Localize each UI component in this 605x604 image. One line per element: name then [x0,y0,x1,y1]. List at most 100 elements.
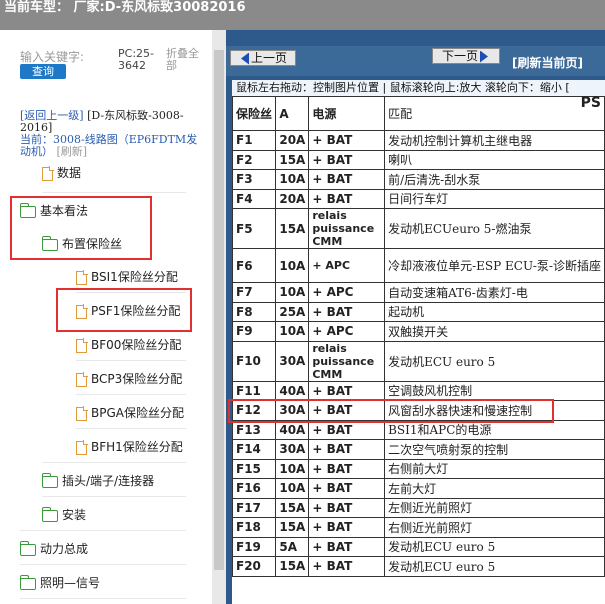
fuse-id-cell: F1 [232,130,277,151]
header-source: 电源 [308,96,386,131]
match-cell: 发动机ECU euro 5 [384,556,605,577]
table-row: F4 20A + BAT 日间行车灯 [232,188,605,209]
source-cell: + BAT [308,149,386,170]
divider [76,360,186,361]
folder-icon [41,472,58,488]
match-cell: 喇叭 [384,149,605,170]
fuse-id-cell: F15 [232,458,277,479]
tree-item-bfh1[interactable]: BFH1保险丝分配 [76,436,183,458]
match-cell: 起动机 [384,301,605,322]
divider [20,530,186,531]
source-cell: + BAT [308,169,386,190]
highlight-box-tree [10,196,152,260]
match-cell: 冷却液液位单元-ESP ECU-泵-诊断插座 [384,248,605,283]
search-area: 输入关键字: 查询 PC:25-3642 折叠全部 [20,48,210,88]
amp-cell: 30A [275,340,310,382]
source-cell: + BAT [308,130,386,151]
header-fuse: 保险丝 [232,96,277,131]
table-row: F14 30A + BAT 二次空气喷射泵的控制 [232,439,605,460]
fuse-id-cell: F20 [232,556,277,577]
source-cell: + BAT [308,517,386,538]
match-cell: 二次空气喷射泵的控制 [384,439,605,460]
tree-item-label: 数据 [57,166,82,180]
header-match: 匹配 [384,96,605,131]
divider [20,564,186,565]
fuse-id-cell: F5 [232,208,277,249]
tree-item-bsi1[interactable]: BSI1保险丝分配 [76,266,178,288]
fuse-id-cell: F4 [232,188,277,209]
table-row: F10 30A relais puissance CMM 发动机ECU euro 5 [232,340,605,382]
page-code: PS [580,96,601,111]
fuse-id-cell: F7 [232,282,277,303]
table-row: F6 10A + APC 冷却液液位单元-ESP ECU-泵-诊断插座 [232,248,605,283]
source-cell: + BAT [308,478,386,499]
amp-cell: 15A [275,497,310,518]
tree-item-bpga[interactable]: BPGA保险丝分配 [76,402,184,424]
table-row: F17 15A + BAT 左侧近光前照灯 [232,497,605,518]
match-cell: 发动机ECU euro 5 [384,340,605,382]
document-icon [76,440,88,455]
amp-cell: 5A [275,536,310,557]
match-cell: 发动机控制计算机主继电器 [384,130,605,151]
tree-item-data[interactable]: 数据 [42,162,81,184]
tree-item-install[interactable]: 安装 [41,504,86,526]
refresh-current-page-button[interactable]: [刷新当前页] [512,54,583,71]
amp-cell: 15A [275,149,310,170]
document-icon [76,338,88,353]
table-row: F16 10A + BAT 左前大灯 [232,478,605,499]
amp-cell: 10A [275,169,310,190]
arrow-right-icon [480,50,488,63]
tree-item-lighting[interactable]: 照明—信号 [19,572,101,594]
divider [76,394,186,395]
amp-cell: 20A [275,130,310,151]
match-cell: 左前大灯 [384,478,605,499]
fuse-id-cell: F17 [232,497,277,518]
table-row: F3 10A + BAT 前/后清洗-刮水泵 [232,169,605,190]
fold-all-link[interactable]: 折叠全部 [166,48,206,72]
match-cell: 前/后清洗-刮水泵 [384,169,605,190]
match-cell: 左侧近光前照灯 [384,497,605,518]
amp-cell: 10A [275,282,310,303]
source-cell: + BAT [308,458,386,479]
source-cell: + APC [308,282,386,303]
source-cell: + BAT [308,536,386,557]
source-cell: + BAT [308,439,386,460]
refresh-link[interactable]: [刷新] [57,145,88,158]
table-row: F9 10A + APC 双触摸开关 [232,321,605,342]
tree-item-bcp3[interactable]: BCP3保险丝分配 [76,368,182,390]
table-header-row: 保险丝 A 电源 匹配 [232,96,605,131]
document-icon [76,372,88,387]
source-cell: + APC [308,248,386,283]
tree-item-powertrain[interactable]: 动力总成 [19,538,88,560]
amp-cell: 10A [275,458,310,479]
usage-hint: 鼠标左右拖动：控制图片位置 | 鼠标滚轮向上:放大 滚轮向下：缩小 [ [232,80,605,96]
next-page-button[interactable]: 下一页 [432,48,500,64]
breadcrumb: [返回上一级] [D-东风标致-3008-2016] 当前：3008-线路图（E… [20,110,208,158]
fuse-table-image[interactable]: PS 保险丝 A 电源 匹配 F1 20A + BAT 发动机控制计算机主继电器 F2 1… [232,96,605,604]
table-row: F5 15A relais puissance CMM 发动机ECUeuro 5-燃油… [232,208,605,249]
table-row: F8 25A + BAT 起动机 [232,301,605,322]
prev-page-label: 上一页 [250,51,287,65]
scrollbar-thumb[interactable] [214,50,224,570]
amp-cell: 15A [275,208,310,249]
fuse-id-cell: F16 [232,478,277,499]
prev-page-button[interactable]: 上一页 [230,50,296,66]
keyword-label[interactable]: 输入关键字: [20,48,84,65]
amp-cell: 10A [275,321,310,342]
folder-icon [19,540,36,556]
left-scrollbar[interactable] [212,30,226,604]
query-button[interactable]: 查询 [20,64,66,79]
table-row: F18 15A + BAT 右侧近光前照灯 [232,517,605,538]
source-cell: + BAT [308,380,386,401]
tree-item-label: 照明—信号 [40,576,101,590]
fuse-id-cell: F8 [232,301,277,322]
match-cell: 双触摸开关 [384,321,605,342]
vehicle-title: 当前车型： 厂家:D-东风标致30082016 [4,0,246,15]
tree-item-connectors[interactable]: 插头/端子/连接器 [41,470,154,492]
tree-item-label: BCP3保险丝分配 [91,372,183,386]
fuse-id-cell: F19 [232,536,277,557]
pc-label: PC:25-3642 [118,47,154,72]
match-cell: 右侧前大灯 [384,458,605,479]
tree-item-bf00[interactable]: BF00保险丝分配 [76,334,181,356]
table-row: F2 15A + BAT 喇叭 [232,149,605,170]
